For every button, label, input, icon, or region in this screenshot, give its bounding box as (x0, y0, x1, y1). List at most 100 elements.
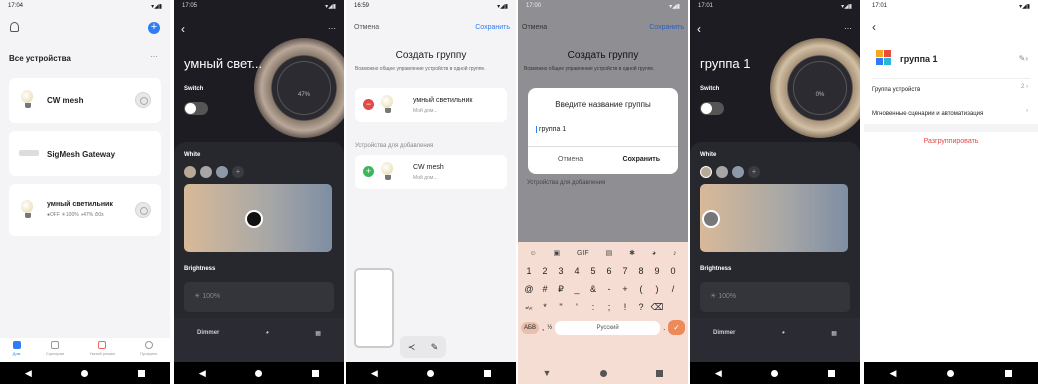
home-nav-icon[interactable] (427, 369, 435, 377)
tab-dimmer[interactable]: Dimmer (197, 330, 219, 362)
back-icon[interactable]: ◀ (890, 368, 897, 379)
preset-swatch[interactable] (732, 166, 744, 178)
tab-scenes[interactable]: Сценарии (46, 338, 64, 362)
kbd-clipboard-icon[interactable]: ▤ (606, 249, 613, 257)
recents-icon[interactable] (1005, 369, 1013, 377)
palette-icon[interactable]: ◕ (782, 330, 786, 362)
key[interactable]: # (538, 281, 552, 297)
grid-icon[interactable]: ▦ (315, 330, 321, 362)
brightness-slider[interactable]: ☀ 100% (700, 282, 850, 312)
kbd-settings-icon[interactable]: ✱ (629, 249, 635, 257)
key[interactable]: =\< (522, 301, 536, 317)
brightness-slider[interactable]: ☀ 100% (184, 282, 334, 312)
back-icon[interactable]: ◀ (715, 368, 722, 379)
key[interactable]: & (586, 281, 600, 297)
preset-swatch[interactable] (700, 166, 712, 178)
device-card[interactable]: CW mesh (9, 78, 161, 123)
kbd-period-key[interactable]: . (663, 323, 665, 332)
kbd-emoji-icon[interactable]: ☺ (529, 250, 536, 257)
collapse-keyboard-icon[interactable]: ▼ (543, 368, 552, 378)
key[interactable]: / (666, 281, 680, 297)
home-nav-icon[interactable] (255, 369, 263, 377)
preset-swatch[interactable] (200, 166, 212, 178)
home-nav-icon[interactable] (771, 369, 779, 377)
kbd-comma-key[interactable]: , (542, 323, 544, 332)
key[interactable]: @ (522, 281, 536, 297)
back-icon[interactable]: ◀ (199, 368, 206, 379)
group-device-row[interactable]: − умный светильник Мой дом... (355, 88, 507, 122)
add-swatch-icon[interactable]: + (748, 166, 760, 178)
add-swatch-icon[interactable]: + (232, 166, 244, 178)
brightness-dial[interactable]: 47% (277, 61, 331, 115)
key[interactable]: 7 (618, 263, 632, 279)
key[interactable]: ? (634, 299, 648, 315)
dialog-cancel-button[interactable]: Отмена (558, 156, 583, 163)
power-toggle[interactable] (184, 102, 208, 115)
home-nav-icon[interactable] (600, 369, 608, 377)
key[interactable]: ⌫ (650, 299, 664, 315)
cancel-button[interactable]: Отмена (354, 24, 379, 31)
recents-icon[interactable] (312, 369, 320, 377)
kbd-gif-button[interactable]: GIF (577, 250, 589, 257)
key[interactable]: 9 (650, 263, 664, 279)
kbd-space-key[interactable]: Русский (555, 320, 661, 335)
back-arrow-icon[interactable]: ‹ (872, 20, 876, 34)
tab-home[interactable]: Дом (12, 338, 21, 362)
power-icon[interactable] (135, 202, 151, 218)
back-arrow-icon[interactable]: ‹ (181, 22, 185, 36)
preset-swatch[interactable] (216, 166, 228, 178)
key[interactable]: * (538, 299, 552, 315)
edit-name-icon[interactable]: ✎› (1019, 54, 1028, 63)
picker-knob[interactable] (702, 210, 720, 228)
key[interactable]: 2 (538, 263, 552, 279)
tab-smart[interactable]: Умный режим (89, 338, 115, 362)
scenes-row[interactable]: Мгновенные сценарии и автоматизация › (872, 108, 1030, 122)
key[interactable]: 0 (666, 263, 680, 279)
key[interactable]: ! (618, 299, 632, 315)
power-toggle[interactable] (700, 102, 724, 115)
save-button[interactable]: Сохранить (475, 24, 510, 31)
key[interactable]: 5 (586, 263, 600, 279)
dialog-save-button[interactable]: Сохранить (623, 156, 660, 163)
color-ring[interactable]: 0% (770, 38, 860, 138)
key[interactable]: _ (570, 281, 584, 297)
key[interactable]: 4 (570, 263, 584, 279)
kbd-sticker-icon[interactable]: ▣ (553, 249, 560, 257)
key[interactable]: " (554, 299, 568, 315)
remove-icon[interactable]: − (363, 99, 374, 110)
kbd-enter-key[interactable]: ✓ (668, 320, 685, 335)
key[interactable]: ; (602, 299, 616, 315)
power-icon[interactable] (135, 92, 151, 108)
share-icon[interactable]: ≺ (408, 342, 416, 353)
available-device-row[interactable]: + CW mesh Мой дом... (355, 155, 507, 189)
key[interactable]: 1 (522, 263, 536, 279)
recents-icon[interactable] (138, 369, 146, 377)
temperature-picker[interactable] (700, 184, 848, 252)
key[interactable]: 6 (602, 263, 616, 279)
recents-icon[interactable] (484, 369, 492, 377)
tab-dimmer[interactable]: Dimmer (713, 330, 735, 362)
device-card[interactable]: SigMesh Gateway (9, 131, 161, 176)
key[interactable]: - (602, 281, 616, 297)
more-icon[interactable]: ··· (328, 24, 336, 33)
more-icon[interactable]: ··· (844, 24, 852, 33)
brightness-dial[interactable]: 0% (793, 61, 847, 115)
section-more-icon[interactable]: ··· (150, 52, 158, 61)
tab-profile[interactable]: Профиль (140, 338, 157, 362)
key[interactable]: ) (650, 281, 664, 297)
home-nav-icon[interactable] (947, 369, 955, 377)
picker-knob[interactable] (245, 210, 263, 228)
screenshot-preview[interactable] (354, 268, 394, 348)
grid-icon[interactable]: ▦ (831, 330, 837, 362)
group-name-input[interactable]: группа 1 (536, 126, 566, 133)
save-button[interactable]: Сохранить (649, 24, 684, 31)
add-icon[interactable]: + (363, 166, 374, 177)
palette-icon[interactable]: ◕ (266, 330, 270, 362)
recents-icon[interactable] (656, 369, 664, 377)
key[interactable]: ( (634, 281, 648, 297)
key[interactable]: 8 (634, 263, 648, 279)
device-card[interactable]: умный светильник ●OFF ☀100% ◑47% ⏱0s (9, 184, 161, 236)
kbd-mic-icon[interactable]: ♪ (673, 250, 677, 257)
key[interactable]: ' (570, 299, 584, 315)
kbd-abc-key[interactable]: АБВ (521, 321, 539, 334)
